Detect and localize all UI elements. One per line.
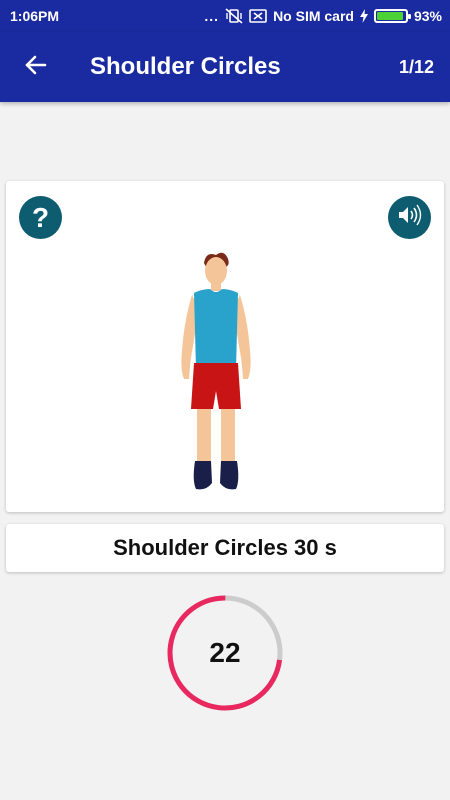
battery-percent: 93% [413,8,442,24]
carrier-text: No SIM card [273,8,354,24]
countdown-timer: 22 [167,595,283,711]
status-time: 1:06PM [10,8,60,24]
vibrate-off-icon [225,8,243,24]
exercise-title: Shoulder Circles 30 s [113,535,337,560]
speaker-icon [397,204,423,231]
arrow-left-icon [24,53,48,82]
status-bar: 1:06PM ... No SIM card 93% [0,0,450,32]
timer-value: 22 [209,637,241,668]
page-title: Shoulder Circles [90,53,281,80]
status-icons: ... No SIM card 93% [204,8,442,24]
app-bar: Shoulder Circles 1/12 [0,32,450,102]
battery-level [376,12,403,20]
notification-dots: ... [204,8,220,24]
question-icon: ? [31,201,50,233]
no-sim-icon [249,8,267,24]
exercise-card: ? [6,181,444,512]
exercise-title-card: Shoulder Circles 30 s [6,524,444,572]
help-button[interactable]: ? [19,196,62,239]
battery-icon [373,9,411,23]
back-button[interactable] [6,32,66,102]
exercise-illustration [166,251,286,506]
exercise-counter: 1/12 [398,56,434,77]
sound-button[interactable] [388,196,431,239]
charging-icon [359,9,368,23]
